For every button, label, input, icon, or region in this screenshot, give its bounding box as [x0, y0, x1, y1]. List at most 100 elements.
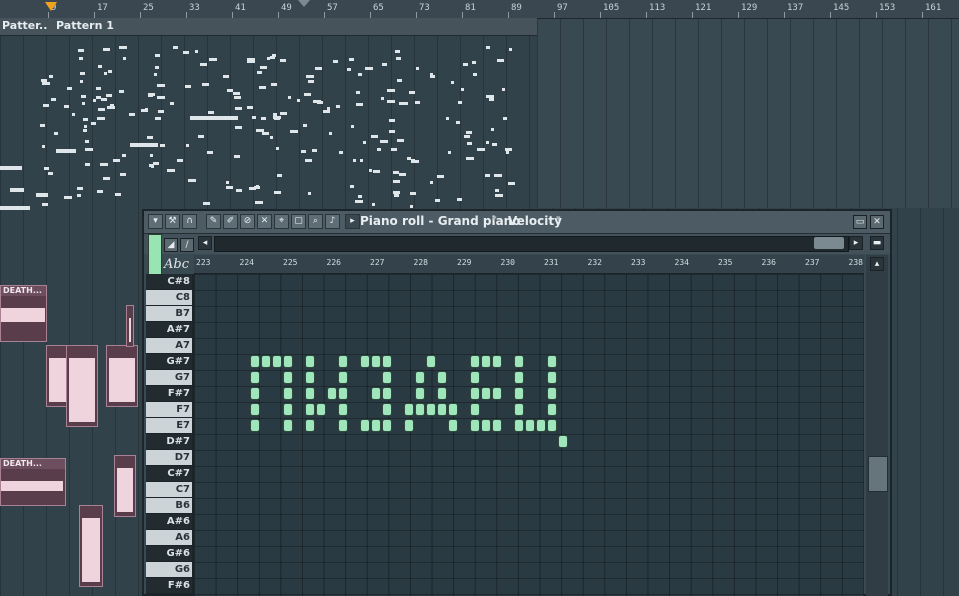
- pattern-note[interactable]: [91, 122, 97, 126]
- piano-key[interactable]: C#7: [146, 466, 192, 481]
- pattern-note[interactable]: [434, 198, 440, 202]
- piano-roll-note[interactable]: [514, 403, 524, 416]
- piano-roll-note[interactable]: [415, 403, 425, 416]
- pattern-note[interactable]: [81, 102, 85, 106]
- piano-key[interactable]: D#7: [146, 434, 192, 449]
- pattern-note[interactable]: [348, 58, 354, 62]
- pattern-note[interactable]: [410, 160, 419, 164]
- pattern-note[interactable]: [86, 163, 91, 167]
- pattern-note[interactable]: [72, 113, 76, 117]
- pattern-note[interactable]: [155, 65, 160, 69]
- pattern-tab-1[interactable]: Pattern 1: [56, 19, 114, 33]
- playlist-empty-area[interactable]: [537, 18, 959, 208]
- piano-roll-note[interactable]: [382, 387, 392, 400]
- pattern-note[interactable]: [370, 135, 378, 139]
- piano-key[interactable]: D7: [146, 450, 192, 465]
- piano-key[interactable]: A#7: [146, 322, 192, 337]
- pattern-note[interactable]: [396, 139, 404, 143]
- pattern-note[interactable]: [104, 72, 108, 76]
- pattern-note[interactable]: [107, 69, 112, 73]
- pattern-note[interactable]: [78, 56, 83, 60]
- pattern-tab-short[interactable]: Patter..: [2, 19, 47, 33]
- pattern-note[interactable]: [177, 158, 184, 162]
- pattern-note[interactable]: [226, 180, 230, 184]
- pattern-note[interactable]: [84, 140, 89, 144]
- pattern-note[interactable]: [147, 94, 153, 98]
- pattern-note[interactable]: [503, 117, 508, 121]
- pattern-note[interactable]: [270, 135, 274, 139]
- piano-roll-note[interactable]: [470, 387, 480, 400]
- pattern-note[interactable]: [236, 189, 243, 193]
- pattern-note[interactable]: [355, 103, 363, 107]
- piano-keyboard[interactable]: C#8 C8 B7 A#7 A7 G#7 G7 F#7 F7 E7 D#7 D7 C#7 C7 B6 A#6 A…: [146, 274, 194, 596]
- pattern-note[interactable]: [307, 192, 311, 196]
- pattern-note[interactable]: [41, 78, 48, 82]
- piano-key[interactable]: A6: [146, 530, 192, 545]
- pattern-note[interactable]: [257, 71, 263, 75]
- pattern-note[interactable]: [154, 54, 160, 58]
- pattern-note[interactable]: [323, 110, 331, 114]
- piano-roll-note[interactable]: [283, 355, 293, 368]
- vertical-scrollbar[interactable]: [866, 255, 888, 596]
- pattern-note[interactable]: [394, 49, 400, 53]
- pattern-note[interactable]: [328, 132, 332, 136]
- pattern-note[interactable]: [486, 94, 495, 98]
- pattern-note[interactable]: [307, 92, 311, 96]
- pattern-note[interactable]: [41, 145, 45, 149]
- target-chevron-icon[interactable]: ▾: [556, 214, 561, 224]
- pattern-note[interactable]: [112, 159, 120, 163]
- piano-key[interactable]: F7: [146, 402, 192, 417]
- piano-roll-note[interactable]: [327, 387, 337, 400]
- pattern-note[interactable]: [355, 90, 360, 94]
- pattern-note[interactable]: [105, 93, 112, 97]
- pattern-note[interactable]: [358, 72, 363, 76]
- piano-roll-note[interactable]: [272, 355, 282, 368]
- piano-roll-note[interactable]: [514, 371, 524, 384]
- pattern-note[interactable]: [98, 108, 106, 112]
- pattern-note[interactable]: [0, 166, 22, 170]
- pattern-note[interactable]: [0, 206, 30, 210]
- piano-roll-note[interactable]: [360, 355, 370, 368]
- pattern-note[interactable]: [297, 98, 301, 102]
- pattern-note[interactable]: [456, 197, 462, 201]
- piano-roll-note[interactable]: [514, 419, 524, 432]
- pattern-note[interactable]: [233, 154, 240, 158]
- piano-roll-note[interactable]: [470, 371, 480, 384]
- brush-icon[interactable]: ✐: [223, 214, 238, 229]
- pattern-note[interactable]: [312, 148, 318, 152]
- pattern-note[interactable]: [465, 156, 474, 160]
- piano-roll-note[interactable]: [404, 403, 414, 416]
- play-arrow-icon[interactable]: ▸: [345, 214, 360, 229]
- piano-roll-note[interactable]: [283, 371, 293, 384]
- pattern-note[interactable]: [430, 74, 436, 78]
- piano-roll-note[interactable]: [448, 403, 458, 416]
- pattern-note[interactable]: [290, 130, 299, 134]
- pattern-note[interactable]: [123, 57, 127, 61]
- pattern-note[interactable]: [36, 193, 48, 197]
- pattern-note[interactable]: [207, 110, 214, 114]
- pattern-note[interactable]: [380, 97, 384, 101]
- pattern-note[interactable]: [490, 128, 494, 132]
- pattern-note[interactable]: [95, 86, 101, 90]
- pattern-note[interactable]: [157, 95, 166, 99]
- piano-roll-note[interactable]: [382, 371, 392, 384]
- pattern-note[interactable]: [502, 88, 506, 92]
- pattern-note[interactable]: [102, 176, 110, 180]
- piano-roll-note[interactable]: [514, 387, 524, 400]
- piano-roll-note[interactable]: [470, 419, 480, 432]
- piano-key[interactable]: B7: [146, 306, 192, 321]
- text-label-tool[interactable]: Abc: [164, 257, 189, 272]
- pattern-note[interactable]: [81, 94, 87, 98]
- pattern-note[interactable]: [260, 66, 268, 70]
- piano-roll-note[interactable]: [316, 403, 326, 416]
- piano-key[interactable]: C#8: [146, 274, 192, 289]
- pattern-note[interactable]: [122, 153, 127, 157]
- pattern-note[interactable]: [304, 158, 312, 162]
- piano-key[interactable]: G#7: [146, 354, 192, 369]
- piano-roll-note[interactable]: [470, 403, 480, 416]
- vertical-scroll-thumb[interactable]: [868, 456, 888, 492]
- piano-roll-note[interactable]: [448, 419, 458, 432]
- piano-roll-note[interactable]: [426, 355, 436, 368]
- pattern-note[interactable]: [484, 174, 490, 178]
- pattern-note[interactable]: [393, 191, 401, 194]
